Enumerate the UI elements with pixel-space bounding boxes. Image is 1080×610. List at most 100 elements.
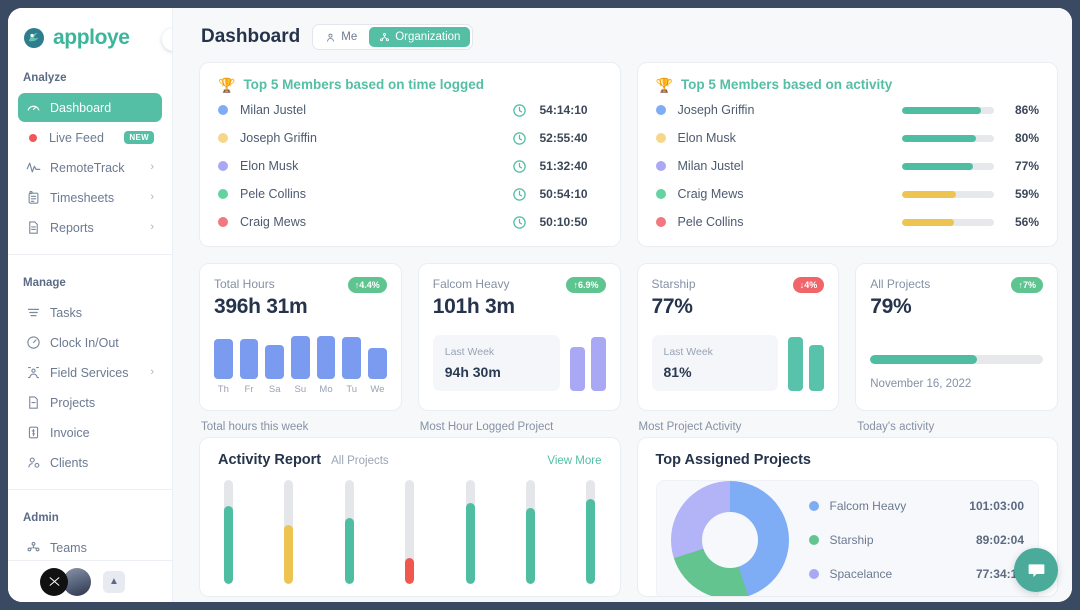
member-name: Elon Musk (240, 159, 512, 173)
activity-bar-fill (902, 191, 956, 198)
activity-bar-track (902, 107, 994, 114)
member-activity-row: Joseph Griffin86% (656, 96, 1040, 124)
mini-bar (591, 337, 606, 391)
week-bar (240, 339, 259, 379)
last-week-box: Last Week 94h 30m (433, 335, 560, 391)
member-color-dot (218, 161, 228, 171)
sidebar-item-timesheets[interactable]: Timesheets › (18, 183, 162, 212)
activity-percent: 77% (1007, 159, 1039, 173)
top-cards-row: 🏆 Top 5 Members based on time logged Mil… (199, 62, 1058, 247)
dashboard-content: 🏆 Top 5 Members based on time logged Mil… (173, 62, 1072, 597)
trend-badge: ↑7% (1011, 277, 1043, 293)
chat-bubble-icon (1026, 560, 1047, 581)
clock-icon (512, 215, 527, 230)
progress-track (870, 355, 1043, 364)
sidebar-footer: ▲ (8, 560, 172, 602)
sidebar-item-clock-in-out[interactable]: Clock In/Out (18, 328, 162, 357)
sidebar-item-reports[interactable]: Reports › (18, 213, 162, 242)
chat-support-button[interactable] (1014, 548, 1058, 592)
stat-caption: Total hours this week (199, 411, 402, 433)
member-activity-row: Elon Musk80% (656, 124, 1040, 152)
stat-value: 101h 3m (433, 295, 606, 319)
activity-report-bar (526, 480, 535, 584)
last-week-row: Last Week 81% (652, 333, 825, 391)
all-projects-card: All Projects ↑7% 79% November 16, 2022 (855, 263, 1058, 411)
member-name: Pele Collins (678, 215, 903, 229)
falcom-heavy-card: Falcom Heavy ↑6.9% 101h 3m Last Week 94h… (418, 263, 621, 411)
activity-report-bar-fill (586, 499, 595, 584)
projects-icon (26, 395, 41, 410)
progress-fill (870, 355, 977, 364)
mini-bar-chart (788, 333, 824, 391)
sidebar-item-remotetrack[interactable]: RemoteTrack › (18, 153, 162, 182)
pulse-icon (26, 160, 41, 175)
week-bar-label: Su (295, 384, 307, 395)
member-activity-row: Pele Collins56% (656, 208, 1040, 236)
member-color-dot (656, 217, 666, 227)
donut-legend: Falcom Heavy101:03:00Starship89:02:04Spa… (799, 489, 1025, 591)
week-bar (265, 345, 284, 379)
stat-label: Total Hours (214, 277, 275, 291)
view-more-link[interactable]: View More (547, 455, 601, 467)
mini-bar-chart (570, 333, 606, 391)
member-time-row: Joseph Griffin52:55:40 (218, 124, 602, 152)
sidebar-item-tasks[interactable]: Tasks (18, 298, 162, 327)
week-bar-label: Fr (245, 384, 254, 395)
stat-label: Falcom Heavy (433, 277, 510, 291)
stat-header: Starship ↓4% (652, 277, 825, 293)
sidebar: apploye ‹ Analyze Dashboard Live Feed NE… (8, 8, 173, 602)
week-bar (317, 336, 336, 379)
footer-collapse-button[interactable]: ▲ (103, 571, 125, 593)
members-time-list: Milan Justel54:14:10Joseph Griffin52:55:… (218, 96, 602, 236)
sidebar-section-admin: Admin (8, 512, 172, 524)
member-time-row: Pele Collins50:54:10 (218, 180, 602, 208)
stat-label: All Projects (870, 277, 930, 291)
top-assigned-projects-card: Top Assigned Projects Falcom Heavy101:03… (637, 437, 1059, 597)
projects-donut-chart (671, 481, 789, 597)
avatar[interactable] (40, 568, 68, 596)
clock-icon (512, 131, 527, 146)
activity-report-bar-fill (224, 506, 233, 584)
scope-me-button[interactable]: Me (315, 27, 367, 47)
sidebar-item-label: Clock In/Out (50, 336, 154, 350)
sidebar-item-label: Reports (50, 221, 141, 235)
sidebar-item-teams[interactable]: Teams (18, 533, 162, 562)
activity-percent: 86% (1007, 103, 1039, 117)
activity-bar-fill (902, 163, 973, 170)
starship-card: Starship ↓4% 77% Last Week 81% (637, 263, 840, 411)
sidebar-item-label: Projects (50, 396, 154, 410)
trend-badge: ↑6.9% (566, 277, 605, 293)
sidebar-item-dashboard[interactable]: Dashboard (18, 93, 162, 122)
member-name: Joseph Griffin (240, 131, 512, 145)
week-bar-column: We (368, 333, 387, 395)
sidebar-item-invoice[interactable]: Invoice (18, 418, 162, 447)
member-color-dot (656, 189, 666, 199)
card-header: Activity Report All Projects View More (218, 452, 602, 468)
activity-bar-chart (218, 480, 602, 584)
stat-label: Starship (652, 277, 696, 291)
sidebar-item-field-services[interactable]: Field Services › (18, 358, 162, 387)
scope-organization-button[interactable]: Organization (369, 27, 470, 47)
last-week-value: 81% (664, 364, 767, 380)
legend-color-dot (809, 535, 819, 545)
sidebar-item-label: RemoteTrack (50, 161, 141, 175)
person-icon (325, 32, 336, 43)
trophy-icon: 🏆 (218, 78, 235, 92)
sidebar-item-projects[interactable]: Projects (18, 388, 162, 417)
new-badge: NEW (124, 131, 154, 144)
mini-bar (809, 345, 824, 391)
member-name: Craig Mews (678, 187, 903, 201)
stat-caption: Today's activity (855, 411, 1058, 433)
brand-name: apploye (53, 26, 130, 50)
stat-value: 79% (870, 295, 1043, 319)
chevron-right-icon: › (150, 192, 154, 203)
brand-logo[interactable]: apploye (8, 8, 172, 50)
mini-bar (570, 347, 585, 391)
all-projects-stat: All Projects ↑7% 79% November 16, 2022 T… (855, 263, 1058, 433)
red-dot-icon (29, 134, 37, 142)
member-time: 50:10:50 (540, 215, 602, 229)
legend-color-dot (809, 501, 819, 511)
sidebar-item-live-feed[interactable]: Live Feed NEW (18, 123, 162, 152)
sidebar-item-clients[interactable]: Clients (18, 448, 162, 477)
member-time-row: Craig Mews50:10:50 (218, 208, 602, 236)
